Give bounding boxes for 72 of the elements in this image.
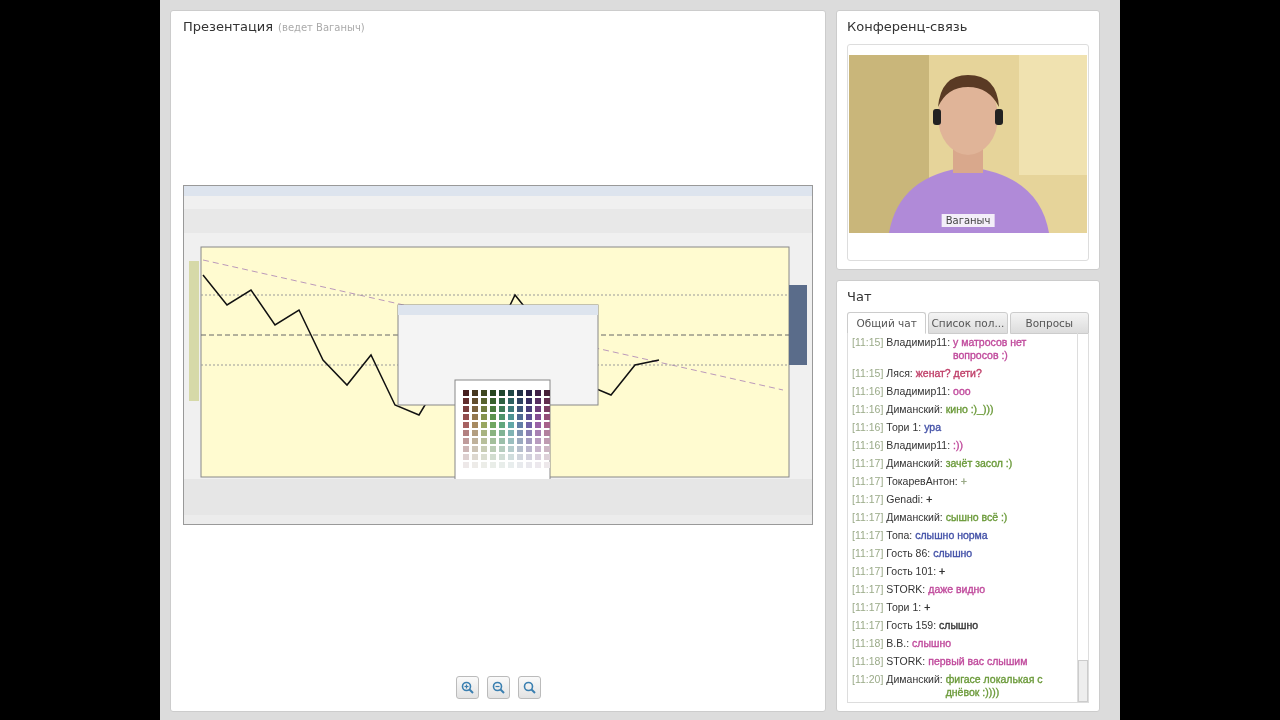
message-author: Тори 1: (886, 421, 922, 434)
message-time: [11:16] (852, 439, 884, 452)
message-text: ооо (953, 385, 971, 398)
zoom-in-button[interactable] (455, 676, 479, 699)
message-time: [11:17] (852, 565, 884, 578)
message-author: Топа: (886, 529, 913, 542)
message-text: сышно всё :) (945, 511, 1008, 524)
message-author: Ляся: (886, 367, 913, 380)
zoom-in-icon (460, 681, 474, 694)
message-time: [11:15] (852, 367, 884, 380)
panel-title: Конференц-связь (847, 19, 969, 34)
message-text: + (939, 565, 946, 578)
message-text: зачёт засол :) (945, 457, 1013, 470)
message-text: + (924, 601, 931, 614)
message-time: [11:17] (852, 619, 884, 632)
message-time: [11:17] (852, 457, 884, 470)
message-text: первый вас слышим (928, 655, 1028, 668)
message-time: [11:16] (852, 421, 884, 434)
message-time: [11:17] (852, 475, 884, 488)
message-author: Гость 101: (886, 565, 937, 578)
search-icon (522, 681, 536, 694)
message-text: слышно норма (915, 529, 988, 542)
chat-tab[interactable]: Вопросы (1009, 312, 1089, 334)
message-time: [11:16] (852, 403, 884, 416)
message-time: [11:17] (852, 493, 884, 506)
message-author: STORK: (886, 583, 926, 596)
message-author: Владимир11: (886, 336, 951, 349)
presenter-note: (ведет Ваганыч) (278, 22, 365, 33)
message-author: Диманский: (886, 511, 943, 524)
message-text: ура (924, 421, 941, 434)
message-time: [11:17] (852, 547, 884, 560)
message-time: [11:17] (852, 529, 884, 542)
message-time: [11:17] (852, 511, 884, 524)
panel-title: Презентация (183, 19, 274, 34)
message-author: Тори 1: (886, 601, 922, 614)
message-text: у матросов нет вопросов :) (953, 336, 1028, 362)
message-text: даже видно (928, 583, 986, 596)
panel-title: Чат (847, 289, 873, 304)
message-time: [11:15] (852, 336, 884, 349)
message-author: ТокаревАнтон: (886, 475, 958, 488)
message-text: слышно (912, 637, 952, 650)
zoom-fit-button[interactable] (517, 676, 541, 699)
message-text: слышно (933, 547, 973, 560)
message-author: Genadi: (886, 493, 924, 506)
message-author: Диманский: (886, 673, 943, 686)
message-text: + (960, 475, 967, 488)
message-author: B.B.: (886, 637, 910, 650)
message-author: Владимир11: (886, 385, 951, 398)
message-text: фигасе локалькая с днёвок :)))) (945, 673, 1044, 699)
message-author: STORK: (886, 655, 926, 668)
video-caption: Ваганыч (941, 214, 995, 227)
message-author: Гость 86: (886, 547, 931, 560)
message-author: Диманский: (886, 403, 943, 416)
message-author: Владимир11: (886, 439, 951, 452)
message-text: :)) (953, 439, 963, 452)
zoom-out-icon (491, 681, 505, 694)
message-time: [11:17] (852, 583, 884, 596)
chat-tab[interactable]: Список пол... (928, 312, 1008, 334)
message-time: [11:20] (852, 673, 884, 686)
scrollbar[interactable] (1077, 333, 1088, 702)
message-author: Гость 159: (886, 619, 937, 632)
message-text: женат? дети? (915, 367, 982, 380)
message-time: [11:18] (852, 637, 884, 650)
chat-tab[interactable]: Общий чат (847, 312, 927, 334)
message-text: + (926, 493, 933, 506)
message-time: [11:17] (852, 601, 884, 614)
zoom-out-button[interactable] (486, 676, 510, 699)
message-time: [11:16] (852, 385, 884, 398)
message-text: слышно (939, 619, 979, 632)
message-time: [11:18] (852, 655, 884, 668)
message-text: кино :)_))) (945, 403, 994, 416)
message-author: Диманский: (886, 457, 943, 470)
